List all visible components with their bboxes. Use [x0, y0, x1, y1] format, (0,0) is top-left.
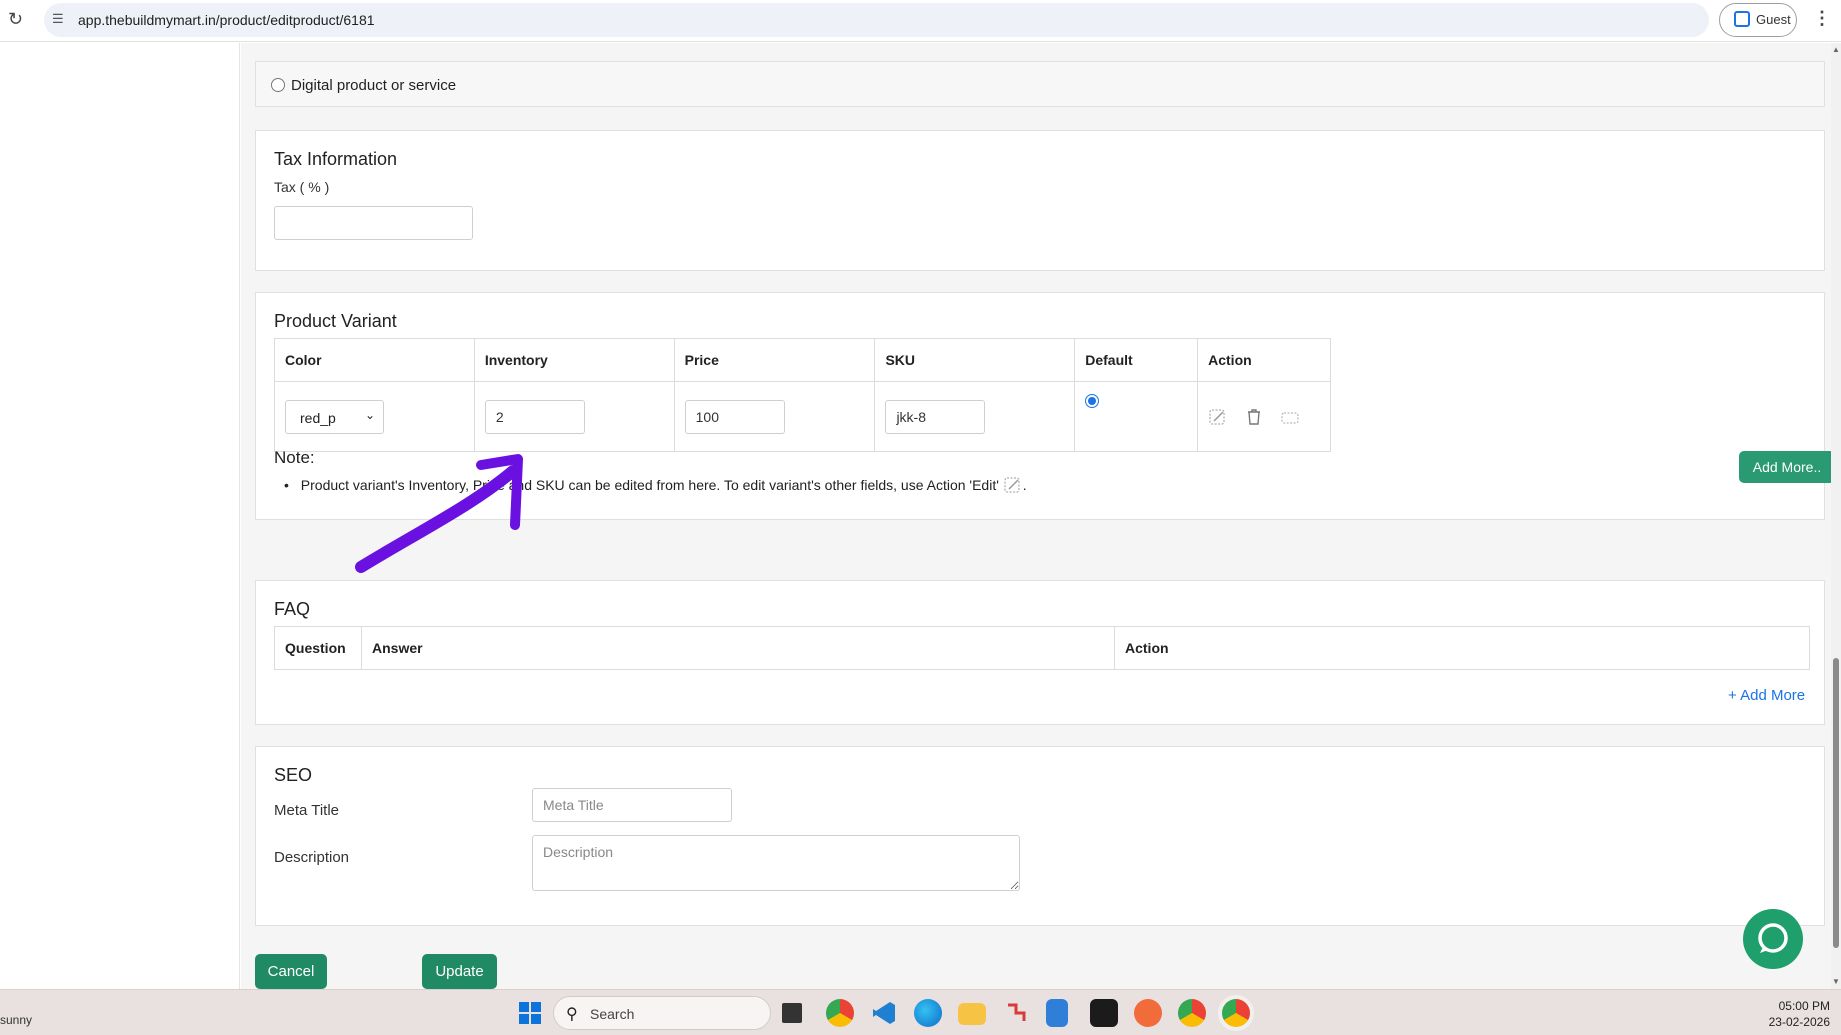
chrome-profile-icon[interactable]	[1178, 999, 1206, 1027]
tax-input[interactable]	[274, 206, 473, 240]
variant-action-cell	[1197, 381, 1331, 452]
update-button[interactable]: Update	[422, 954, 497, 989]
variant-sku-cell	[874, 381, 1076, 452]
windows-start-icon[interactable]	[516, 999, 544, 1027]
vscode-icon[interactable]	[870, 999, 898, 1027]
variant-header-sku: SKU	[874, 338, 1076, 382]
site-settings-icon[interactable]: ☰	[52, 11, 64, 27]
file-explorer-icon[interactable]	[958, 1003, 986, 1025]
address-bar[interactable]: ☰ app.thebuildmymart.in/product/editprod…	[44, 3, 1709, 37]
chrome-active-icon[interactable]	[1222, 999, 1250, 1027]
description-label: Description	[274, 849, 350, 866]
postman-icon[interactable]	[1134, 999, 1162, 1027]
note-title: Note:	[274, 448, 315, 467]
annotation-arrow	[355, 454, 523, 573]
variant-header-price: Price	[673, 338, 876, 382]
faq-header-action: Action	[1114, 626, 1810, 670]
delete-icon[interactable]	[1244, 407, 1264, 427]
edge-icon[interactable]	[914, 999, 942, 1027]
search-icon: ⚲	[566, 1006, 578, 1023]
seo-title: SEO	[274, 765, 313, 785]
cancel-button[interactable]: Cancel	[255, 954, 327, 989]
variant-header-inventory: Inventory	[473, 338, 675, 382]
add-more-variant-button[interactable]: Add More..	[1739, 451, 1835, 483]
variant-header-color: Color	[274, 338, 475, 382]
chat-widget-button[interactable]	[1743, 909, 1803, 969]
guest-profile-button[interactable]: Guest	[1719, 3, 1797, 37]
faq-card: FAQ Question Answer Action + Add More	[255, 580, 1825, 725]
terminal-app-icon[interactable]	[1090, 999, 1118, 1027]
page-scrollbar[interactable]: ▲ ▼	[1831, 43, 1841, 989]
faq-table: Question Answer Action	[274, 626, 1810, 670]
faq-header-question: Question	[274, 626, 362, 670]
variant-header-default: Default	[1074, 338, 1199, 382]
chrome-icon[interactable]	[826, 999, 854, 1027]
variant-price-cell	[673, 381, 876, 452]
faq-header-answer: Answer	[361, 626, 1115, 670]
clock-date: 23-02-2026	[1768, 1015, 1830, 1029]
scroll-thumb[interactable]	[1833, 658, 1839, 948]
reload-icon[interactable]: ↻	[8, 9, 23, 30]
weather-text: sunny	[0, 1013, 33, 1027]
add-more-faq-link[interactable]: + Add More	[1728, 687, 1805, 704]
main-content: Digital product or service Tax Informati…	[241, 43, 1835, 989]
guest-label: Guest	[1756, 12, 1791, 27]
os-taskbar: sunny ⚲ Search 05:00 PM 23-02-2026	[0, 989, 1841, 1035]
color-select-value: red_p	[300, 409, 336, 426]
tax-label: Tax ( % )	[274, 179, 330, 195]
seo-card: SEO Meta Title Description	[255, 746, 1825, 926]
meta-title-label: Meta Title	[274, 802, 340, 819]
digital-product-radio[interactable]	[271, 78, 285, 92]
snipping-tool-icon[interactable]	[1002, 999, 1030, 1027]
description-textarea[interactable]	[532, 835, 1020, 891]
variant-default-cell	[1074, 381, 1199, 452]
edit-icon[interactable]	[1208, 407, 1228, 427]
chat-bubble-icon	[1758, 923, 1788, 953]
sku-input[interactable]	[885, 399, 986, 434]
taskbar-clock[interactable]: 05:00 PM 23-02-2026	[1740, 998, 1830, 1030]
product-type-card: Digital product or service	[255, 61, 1825, 107]
task-view-icon[interactable]	[782, 1003, 802, 1023]
clock-time: 05:00 PM	[1778, 999, 1830, 1013]
bullet-icon: •	[284, 477, 289, 494]
edit-icon	[1003, 475, 1023, 498]
sidebar	[0, 43, 240, 989]
meta-title-input[interactable]	[532, 788, 732, 822]
browser-toolbar: ↻ ☰ app.thebuildmymart.in/product/editpr…	[0, 0, 1841, 42]
price-input[interactable]	[684, 399, 785, 434]
scroll-down-icon[interactable]: ▼	[1832, 977, 1840, 986]
browser-menu-icon[interactable]: ⋮	[1813, 8, 1831, 29]
notepad-icon[interactable]	[1046, 999, 1068, 1027]
variant-title: Product Variant	[274, 311, 397, 331]
tax-card: Tax Information Tax ( % )	[255, 130, 1825, 271]
tax-title: Tax Information	[274, 149, 398, 169]
search-label: Search	[590, 1006, 635, 1022]
faq-title: FAQ	[274, 599, 311, 619]
scroll-up-icon[interactable]: ▲	[1832, 45, 1840, 54]
profile-icon	[1734, 11, 1750, 27]
url-text[interactable]: app.thebuildmymart.in/product/editproduc…	[78, 12, 375, 28]
note-suffix: .	[1022, 477, 1027, 494]
variant-header-action: Action	[1197, 338, 1331, 382]
variant-image-icon[interactable]	[1280, 407, 1300, 427]
digital-product-label: Digital product or service	[291, 77, 457, 94]
default-radio[interactable]	[1085, 394, 1100, 408]
taskbar-search[interactable]: ⚲ Search	[553, 996, 771, 1030]
